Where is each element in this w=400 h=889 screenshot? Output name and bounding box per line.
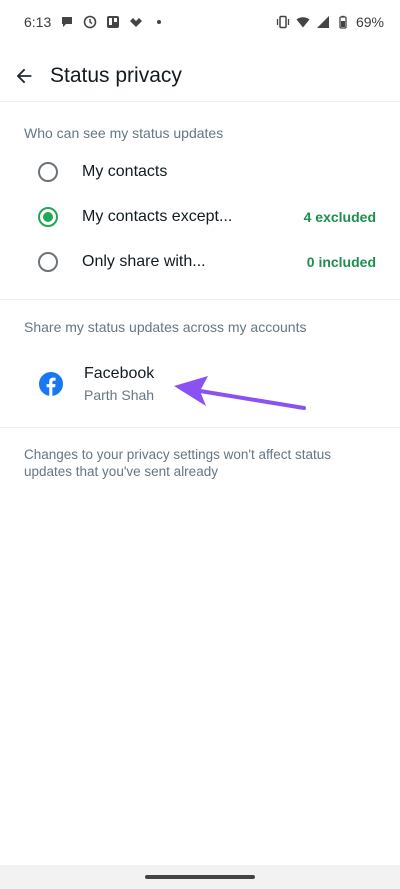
status-bar-left: 6:13 [24,14,166,30]
app-bar: Status privacy [0,52,400,100]
included-count: 0 included [306,254,376,270]
option-only-share-with[interactable]: Only share with... 0 included [0,240,400,284]
facebook-icon [39,372,63,396]
option-my-contacts-except[interactable]: My contacts except... 4 excluded [0,195,400,239]
signal-icon [316,15,330,29]
excluded-count: 4 excluded [303,209,376,225]
vibrate-icon [276,15,290,29]
status-bar-right: 69% [276,14,384,30]
privacy-heading: Who can see my status updates [24,125,224,141]
clock-icon [83,15,97,29]
sharing-heading: Share my status updates across my accoun… [24,319,307,335]
dot-icon [152,15,166,29]
radio-only-share-with[interactable] [38,252,58,272]
tidal-icon [129,15,143,29]
page-title: Status privacy [50,64,182,87]
option-label: My contacts [82,163,168,180]
status-bar: 6:13 69% [0,0,400,44]
option-label: Only share with... [82,253,206,270]
arrow-back-icon [16,68,32,84]
status-time: 6:13 [24,14,52,30]
battery-percent: 69% [355,14,384,30]
divider [0,101,400,102]
account-text: Facebook Parth Shah [84,365,154,403]
navigation-bar [0,865,400,889]
annotation-arrow-icon [174,376,306,410]
option-label: My contacts except... [82,208,233,225]
divider [0,299,400,300]
option-my-contacts[interactable]: My contacts [0,150,400,194]
radio-my-contacts-except[interactable] [38,207,58,227]
wifi-icon [296,15,310,29]
account-title: Facebook [84,365,155,382]
chat-bubble-icon [60,15,74,29]
back-button[interactable] [0,52,48,100]
home-gesture-handle[interactable] [145,875,255,879]
trello-icon [106,15,120,29]
radio-my-contacts[interactable] [38,162,58,182]
privacy-footer-note: Changes to your privacy settings won't a… [24,447,331,479]
account-subtitle: Parth Shah [84,387,155,403]
battery-icon [336,15,350,29]
divider [0,427,400,428]
